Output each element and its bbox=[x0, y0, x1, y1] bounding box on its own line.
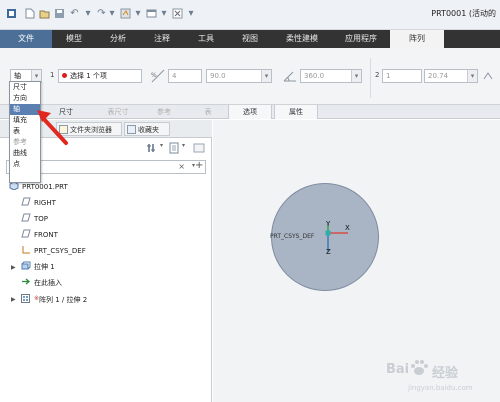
tab-tools[interactable]: 工具 bbox=[184, 30, 228, 48]
open-icon[interactable] bbox=[39, 8, 50, 19]
option-direction[interactable]: 方向 bbox=[10, 93, 40, 104]
csys-triad bbox=[325, 224, 348, 252]
angle-range-input[interactable]: 360.0 bbox=[300, 69, 362, 83]
csys-label: PRT_CSYS_DEF bbox=[270, 233, 315, 240]
ribbon-tab-bar: 文件 模型 分析 注释 工具 视图 柔性建模 应用程序 阵列 bbox=[0, 30, 500, 48]
second-increment-input[interactable]: 20.74 bbox=[424, 69, 478, 83]
dashboard-panels: 尺寸 表尺寸 参考 表 选项 属性 bbox=[0, 105, 500, 119]
tab-pattern[interactable]: 阵列 bbox=[390, 30, 444, 48]
tab-view[interactable]: 视图 bbox=[228, 30, 272, 48]
tree-item-csys[interactable]: PRT_CSYS_DEF bbox=[21, 245, 86, 257]
show-icon[interactable] bbox=[168, 142, 180, 154]
tree-settings-dropdown-icon[interactable]: ▾ bbox=[160, 142, 163, 149]
tab-analysis[interactable]: 分析 bbox=[96, 30, 140, 48]
panel-options[interactable]: 选项 bbox=[228, 105, 272, 119]
redo-icon[interactable]: ↷ bbox=[96, 8, 107, 19]
show-dropdown-icon[interactable]: ▾ bbox=[182, 142, 185, 149]
tab-annotate[interactable]: 注释 bbox=[140, 30, 184, 48]
watermark-url: jingyan.baidu.com bbox=[408, 384, 473, 392]
expand-icon[interactable]: ▶ bbox=[11, 264, 16, 271]
title-bar: ↶ ▾ ↷ ▾ ▾ ▾ ▾ PRT0001 (活动的 bbox=[0, 0, 500, 30]
window-title: PRT0001 (活动的 bbox=[431, 9, 496, 18]
tree-item-label: FRONT bbox=[34, 231, 58, 239]
angle-range-icon bbox=[282, 68, 298, 84]
panel-references[interactable]: 参考 bbox=[148, 105, 180, 119]
panel-properties[interactable]: 属性 bbox=[274, 105, 318, 119]
member-count-input[interactable]: 4 bbox=[168, 69, 202, 83]
tree-item-insert-here[interactable]: 在此插入 bbox=[21, 277, 62, 289]
expand-icon[interactable]: ▶ bbox=[11, 296, 16, 303]
axis-x-label: X bbox=[345, 224, 350, 232]
tree-columns-icon[interactable] bbox=[193, 142, 205, 154]
add-filter-icon[interactable]: + bbox=[195, 160, 203, 171]
csys-icon bbox=[21, 245, 31, 254]
baidu-watermark: Bai 经验 jingyan.baidu.com bbox=[386, 358, 494, 396]
first-direction-number: 1 bbox=[50, 71, 55, 79]
undo-icon[interactable]: ↶ bbox=[69, 8, 80, 19]
tree-item-extrude-1[interactable]: 拉伸 1 bbox=[21, 261, 55, 273]
tab-folder-browser-label: 文件夹浏览器 bbox=[70, 126, 112, 134]
datum-plane-icon bbox=[21, 197, 31, 206]
tree-item-label: RIGHT bbox=[34, 199, 56, 207]
tab-favorites[interactable]: 收藏夹 bbox=[124, 122, 170, 136]
save-icon[interactable] bbox=[54, 8, 65, 19]
insert-here-icon bbox=[21, 277, 31, 286]
datum-plane-icon bbox=[21, 229, 31, 238]
required-indicator-icon bbox=[62, 73, 67, 78]
baidu-paw-icon bbox=[411, 360, 428, 375]
svg-text:%: % bbox=[151, 72, 157, 79]
member-count-icon: % bbox=[150, 68, 166, 84]
tab-file[interactable]: 文件 bbox=[0, 30, 52, 48]
tree-item-label: PRT0001.PRT bbox=[22, 183, 68, 191]
option-dimension[interactable]: 尺寸 bbox=[10, 82, 40, 93]
clear-search-icon[interactable]: × bbox=[178, 162, 185, 171]
watermark-brand: Bai bbox=[386, 362, 410, 377]
panel-table[interactable]: 表 bbox=[196, 105, 220, 119]
regenerate-dropdown-icon[interactable]: ▾ bbox=[134, 8, 142, 19]
panel-table-dimensions[interactable]: 表尺寸 bbox=[100, 105, 136, 119]
annotation-arrow bbox=[37, 110, 68, 145]
redo-dropdown-icon[interactable]: ▾ bbox=[108, 8, 116, 19]
tab-favorites-label: 收藏夹 bbox=[138, 126, 159, 134]
tab-model[interactable]: 模型 bbox=[52, 30, 96, 48]
pattern-icon bbox=[21, 294, 31, 303]
undo-dropdown-icon[interactable]: ▾ bbox=[84, 8, 92, 19]
reference-collector[interactable]: 选择 1 个项 bbox=[58, 69, 142, 83]
divider bbox=[370, 58, 371, 98]
axis-y-label: Y bbox=[326, 220, 331, 228]
pattern-dashboard: 轴 1 选择 1 个项 % 4 90.0 360.0 2 1 20.74 bbox=[0, 48, 500, 105]
tab-flexible-modeling[interactable]: 柔性建模 bbox=[272, 30, 332, 48]
tree-item-label: 阵列 1 / 拉伸 2 bbox=[39, 296, 88, 304]
windows-icon[interactable] bbox=[146, 8, 157, 19]
favorites-icon bbox=[127, 125, 136, 134]
tree-item-pattern[interactable]: ※阵列 1 / 拉伸 2 bbox=[21, 293, 87, 305]
tree-item-right[interactable]: RIGHT bbox=[21, 197, 56, 209]
tree-item-label: TOP bbox=[34, 215, 49, 223]
tab-applications[interactable]: 应用程序 bbox=[332, 30, 390, 48]
second-count-input[interactable]: 1 bbox=[382, 69, 422, 83]
datum-plane-icon bbox=[21, 213, 31, 222]
tree-item-label: 在此插入 bbox=[34, 279, 62, 287]
tree-item-label: 拉伸 1 bbox=[34, 263, 55, 271]
flip-direction-icon[interactable] bbox=[482, 70, 494, 82]
regenerate-icon[interactable] bbox=[120, 8, 131, 19]
tree-settings-icon[interactable] bbox=[146, 142, 158, 154]
axis-z-label: Z bbox=[326, 248, 331, 256]
tree-item-label: PRT_CSYS_DEF bbox=[34, 247, 86, 255]
new-icon[interactable] bbox=[24, 8, 35, 19]
angle-increment-input[interactable]: 90.0 bbox=[206, 69, 272, 83]
reference-collector-text: 选择 1 个项 bbox=[70, 72, 107, 80]
second-direction-number: 2 bbox=[375, 71, 380, 79]
option-point[interactable]: 点 bbox=[10, 159, 40, 170]
app-logo-icon bbox=[6, 8, 17, 19]
close-icon[interactable] bbox=[172, 8, 183, 19]
extrude-icon bbox=[21, 261, 31, 270]
watermark-brand-jingyan: 经验 bbox=[432, 366, 459, 381]
windows-dropdown-icon[interactable]: ▾ bbox=[160, 8, 168, 19]
option-curve[interactable]: 曲线 bbox=[10, 148, 40, 159]
customize-icon[interactable]: ▾ bbox=[187, 8, 195, 19]
tree-item-top[interactable]: TOP bbox=[21, 213, 48, 225]
tree-item-front[interactable]: FRONT bbox=[21, 229, 58, 241]
